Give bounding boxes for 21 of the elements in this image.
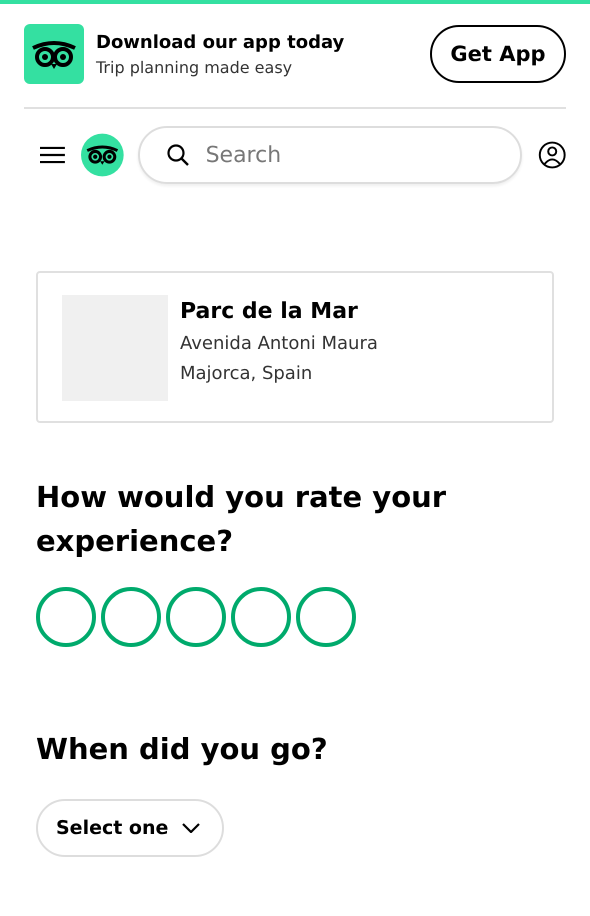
logo-icon[interactable] (80, 131, 124, 179)
visit-question: When did you go? (36, 731, 329, 768)
banner-subtitle: Trip planning made easy (96, 58, 294, 76)
menu-icon[interactable] (40, 145, 65, 165)
banner-title: Download our app today (96, 32, 346, 52)
place-address: Avenida Antoni Maura (180, 333, 378, 354)
rating-bubble[interactable] (296, 587, 356, 647)
rating-bubble[interactable] (36, 587, 96, 647)
app-logo-icon (24, 24, 84, 84)
rating-question: How would you rate your experience? (36, 479, 448, 560)
rating-bubble[interactable] (101, 587, 161, 647)
search-icon (166, 143, 190, 167)
date-select-dropdown[interactable]: Select one (36, 799, 224, 857)
search-field[interactable]: Search (138, 126, 522, 184)
get-app-button[interactable]: Get App (430, 25, 566, 83)
place-name: Parc de la Mar (180, 299, 359, 324)
rating-bubble[interactable] (231, 587, 291, 647)
chevron-down-icon (182, 823, 200, 833)
rating-bubble[interactable] (166, 587, 226, 647)
user-account-icon[interactable] (538, 139, 566, 171)
place-location: Majorca, Spain (180, 363, 314, 384)
